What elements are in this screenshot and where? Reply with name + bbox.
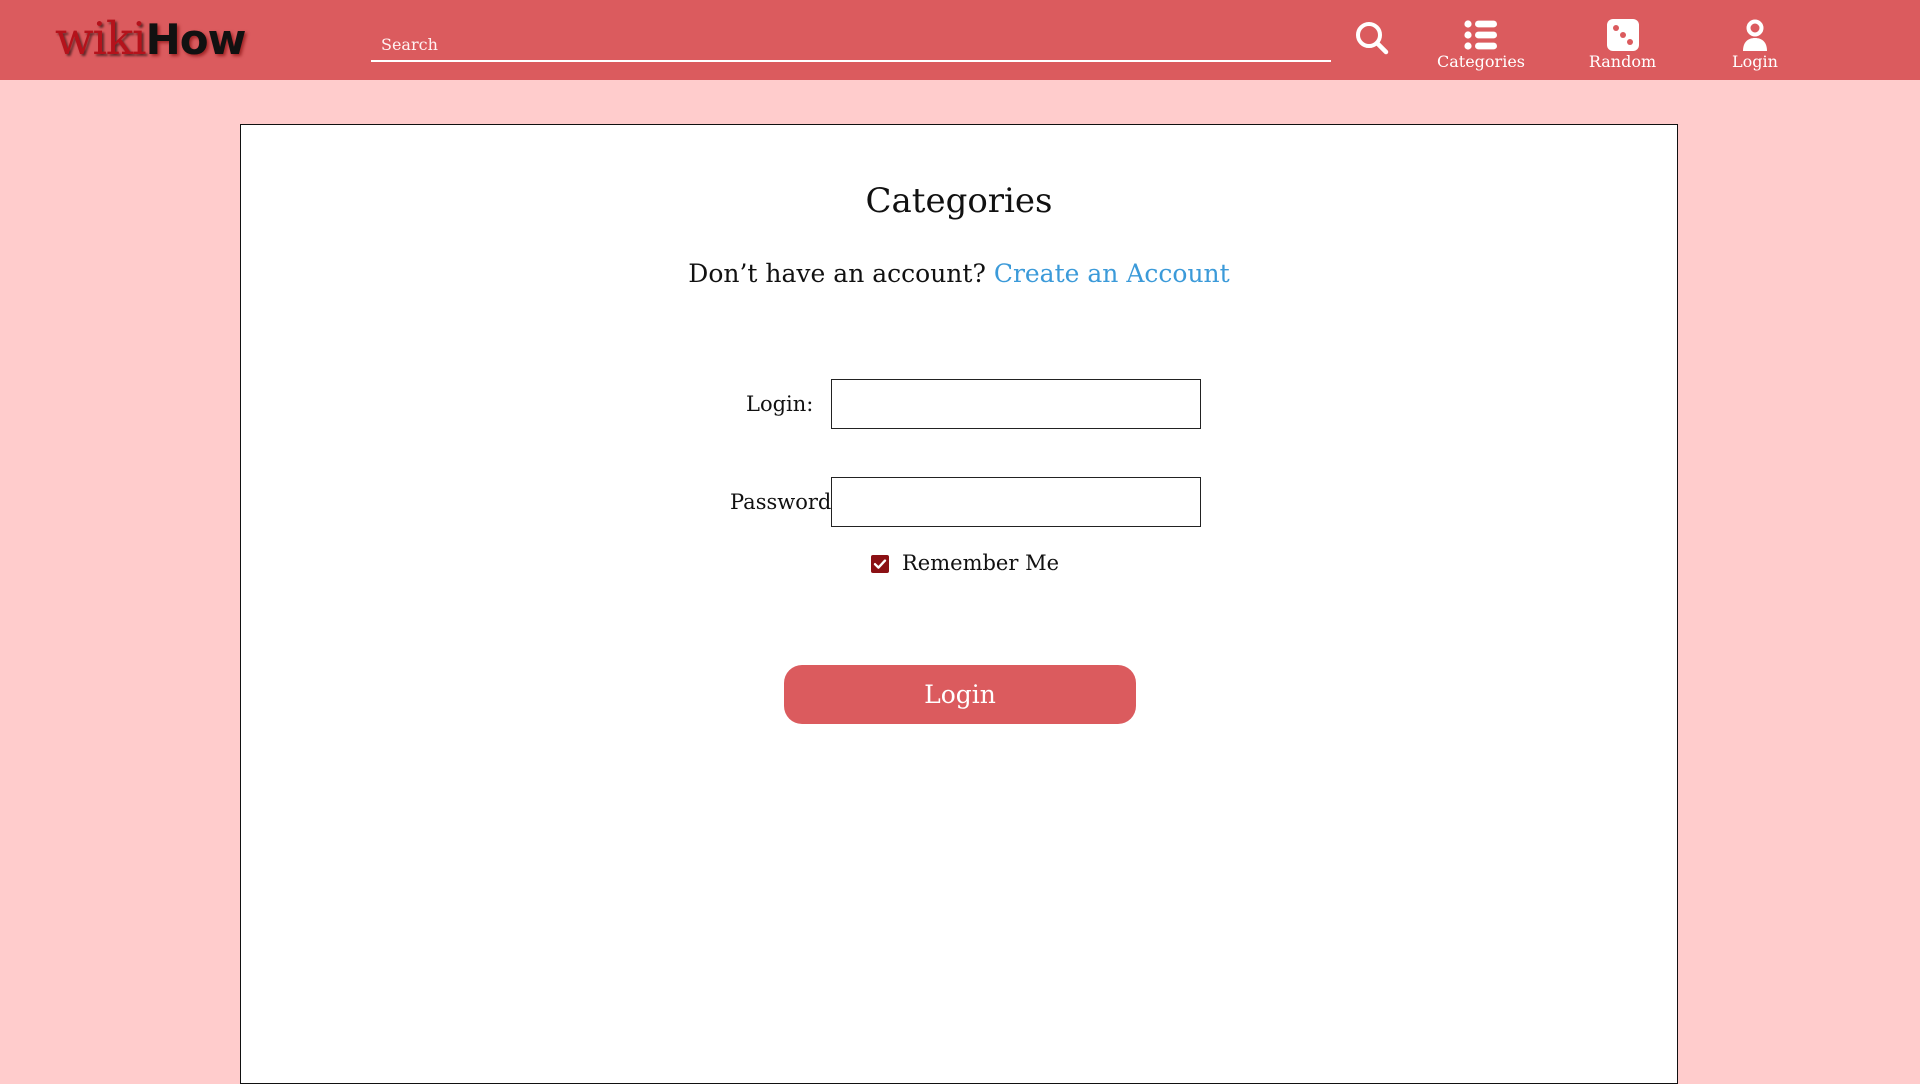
login-field[interactable] (831, 379, 1201, 429)
create-account-link[interactable]: Create an Account (994, 259, 1230, 288)
password-field[interactable] (831, 477, 1201, 527)
nav-categories[interactable]: Categories (1436, 18, 1526, 76)
nav-random[interactable]: Random (1580, 18, 1665, 76)
page-title: Categories (865, 181, 1053, 221)
checkmark-icon (873, 559, 887, 569)
remember-me-checkbox[interactable] (871, 555, 889, 573)
search-input[interactable] (371, 22, 1331, 58)
dice-icon (1606, 19, 1639, 51)
logo-wiki-text: wiki (55, 12, 147, 65)
nav-login[interactable]: Login (1725, 18, 1785, 76)
wikihow-logo[interactable]: wikiHow (55, 12, 247, 65)
remember-me-label: Remember Me (902, 551, 1060, 575)
list-icon (1464, 20, 1497, 50)
search-icon (1356, 22, 1389, 55)
login-panel: Categories Don’t have an account? Create… (240, 124, 1678, 1084)
search-button[interactable] (1354, 20, 1390, 56)
logo-how-text: How (145, 15, 247, 64)
login-submit-button[interactable]: Login (784, 665, 1136, 724)
password-label: Password: (730, 490, 839, 514)
search-bar (371, 22, 1331, 62)
nav-categories-label: Categories (1437, 52, 1525, 71)
nav-random-label: Random (1588, 52, 1657, 71)
signup-prompt-text: Don’t have an account? (688, 259, 986, 288)
nav-login-label: Login (1732, 52, 1778, 71)
user-icon (1743, 19, 1767, 51)
top-navigation-bar: wikiHow Categories Random (0, 0, 1920, 80)
login-label: Login: (746, 392, 814, 416)
signup-prompt-line: Don’t have an account? Create an Account (241, 259, 1677, 288)
